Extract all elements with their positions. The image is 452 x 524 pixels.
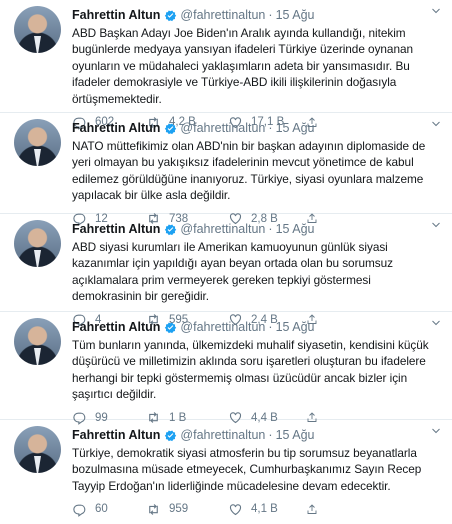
tweet[interactable]: Fahrettin Altun @fahrettinaltun · 15 Ağu… xyxy=(0,312,452,425)
author-name[interactable]: Fahrettin Altun xyxy=(72,428,160,442)
chevron-down-icon[interactable] xyxy=(430,219,442,231)
tweet-header: Fahrettin Altun @fahrettinaltun · 15 Ağu xyxy=(72,6,442,24)
reply-button[interactable]: 60 xyxy=(72,502,146,517)
tweet-header: Fahrettin Altun @fahrettinaltun · 15 Ağu xyxy=(72,119,442,137)
retweet-icon xyxy=(149,503,158,515)
retweet-button[interactable]: 959 xyxy=(146,502,228,517)
separator: · xyxy=(268,121,273,135)
tweet-text: Tüm bunların yanında, ülkemizdeki muhali… xyxy=(72,338,429,402)
tweet[interactable]: Fahrettin Altun @fahrettinaltun · 15 Ağu… xyxy=(0,113,452,226)
chevron-down-icon[interactable] xyxy=(430,317,442,329)
separator: · xyxy=(268,222,273,236)
verified-badge-icon xyxy=(165,122,177,134)
tweet[interactable]: Fahrettin Altun @fahrettinaltun · 15 Ağu… xyxy=(0,420,452,517)
tweet[interactable]: Fahrettin Altun @fahrettinaltun · 15 Ağu… xyxy=(0,214,452,327)
author-name[interactable]: Fahrettin Altun xyxy=(72,320,160,334)
author-handle[interactable]: @fahrettinaltun xyxy=(180,121,265,135)
separator: · xyxy=(268,428,273,442)
chevron-down-icon[interactable] xyxy=(430,118,442,130)
author-handle[interactable]: @fahrettinaltun xyxy=(180,428,265,442)
separator: · xyxy=(268,8,273,22)
tweet-text: ABD Başkan Adayı Joe Biden'ın Aralık ayı… xyxy=(72,26,413,106)
tweet-timeline: Fahrettin Altun @fahrettinaltun · 15 Ağu… xyxy=(0,0,452,517)
chevron-down-icon[interactable] xyxy=(430,5,442,17)
share-button[interactable] xyxy=(306,502,326,517)
avatar[interactable] xyxy=(14,6,61,53)
tweet-header: Fahrettin Altun @fahrettinaltun · 15 Ağu xyxy=(72,318,442,336)
tweet-text: Türkiye, demokratik siyasi atmosferin bu… xyxy=(72,446,422,493)
tweet[interactable]: Fahrettin Altun @fahrettinaltun · 15 Ağu… xyxy=(0,0,452,130)
tweet-date[interactable]: 15 Ağu xyxy=(276,8,315,22)
author-handle[interactable]: @fahrettinaltun xyxy=(180,320,265,334)
author-name[interactable]: Fahrettin Altun xyxy=(72,121,160,135)
author-name[interactable]: Fahrettin Altun xyxy=(72,8,160,22)
tweet-text: NATO müttefikimiz olan ABD'nin bir başka… xyxy=(72,139,426,203)
tweet-text: ABD siyasi kurumları ile Amerikan kamuoy… xyxy=(72,240,393,304)
avatar[interactable] xyxy=(14,220,61,267)
heart-icon xyxy=(229,503,242,515)
avatar[interactable] xyxy=(14,119,61,166)
tweet-date[interactable]: 15 Ağu xyxy=(276,428,315,442)
reply-icon xyxy=(73,504,86,517)
tweet-actions: 60 959 4,1 B xyxy=(72,494,442,524)
tweet-date[interactable]: 15 Ağu xyxy=(276,121,315,135)
verified-badge-icon xyxy=(165,223,177,235)
verified-badge-icon xyxy=(165,321,177,333)
tweet-header: Fahrettin Altun @fahrettinaltun · 15 Ağu xyxy=(72,426,442,444)
avatar[interactable] xyxy=(14,318,61,365)
tweet-date[interactable]: 15 Ağu xyxy=(276,222,315,236)
verified-badge-icon xyxy=(165,429,177,441)
separator: · xyxy=(268,320,273,334)
author-handle[interactable]: @fahrettinaltun xyxy=(180,222,265,236)
author-handle[interactable]: @fahrettinaltun xyxy=(180,8,265,22)
like-count: 4,1 B xyxy=(251,503,278,516)
author-name[interactable]: Fahrettin Altun xyxy=(72,222,160,236)
tweet-date[interactable]: 15 Ağu xyxy=(276,320,315,334)
tweet-header: Fahrettin Altun @fahrettinaltun · 15 Ağu xyxy=(72,220,442,238)
chevron-down-icon[interactable] xyxy=(430,425,442,437)
reply-count: 60 xyxy=(95,503,108,516)
verified-badge-icon xyxy=(165,9,177,21)
avatar[interactable] xyxy=(14,426,61,473)
share-icon xyxy=(307,504,317,514)
retweet-count: 959 xyxy=(169,503,189,516)
like-button[interactable]: 4,1 B xyxy=(228,502,306,517)
